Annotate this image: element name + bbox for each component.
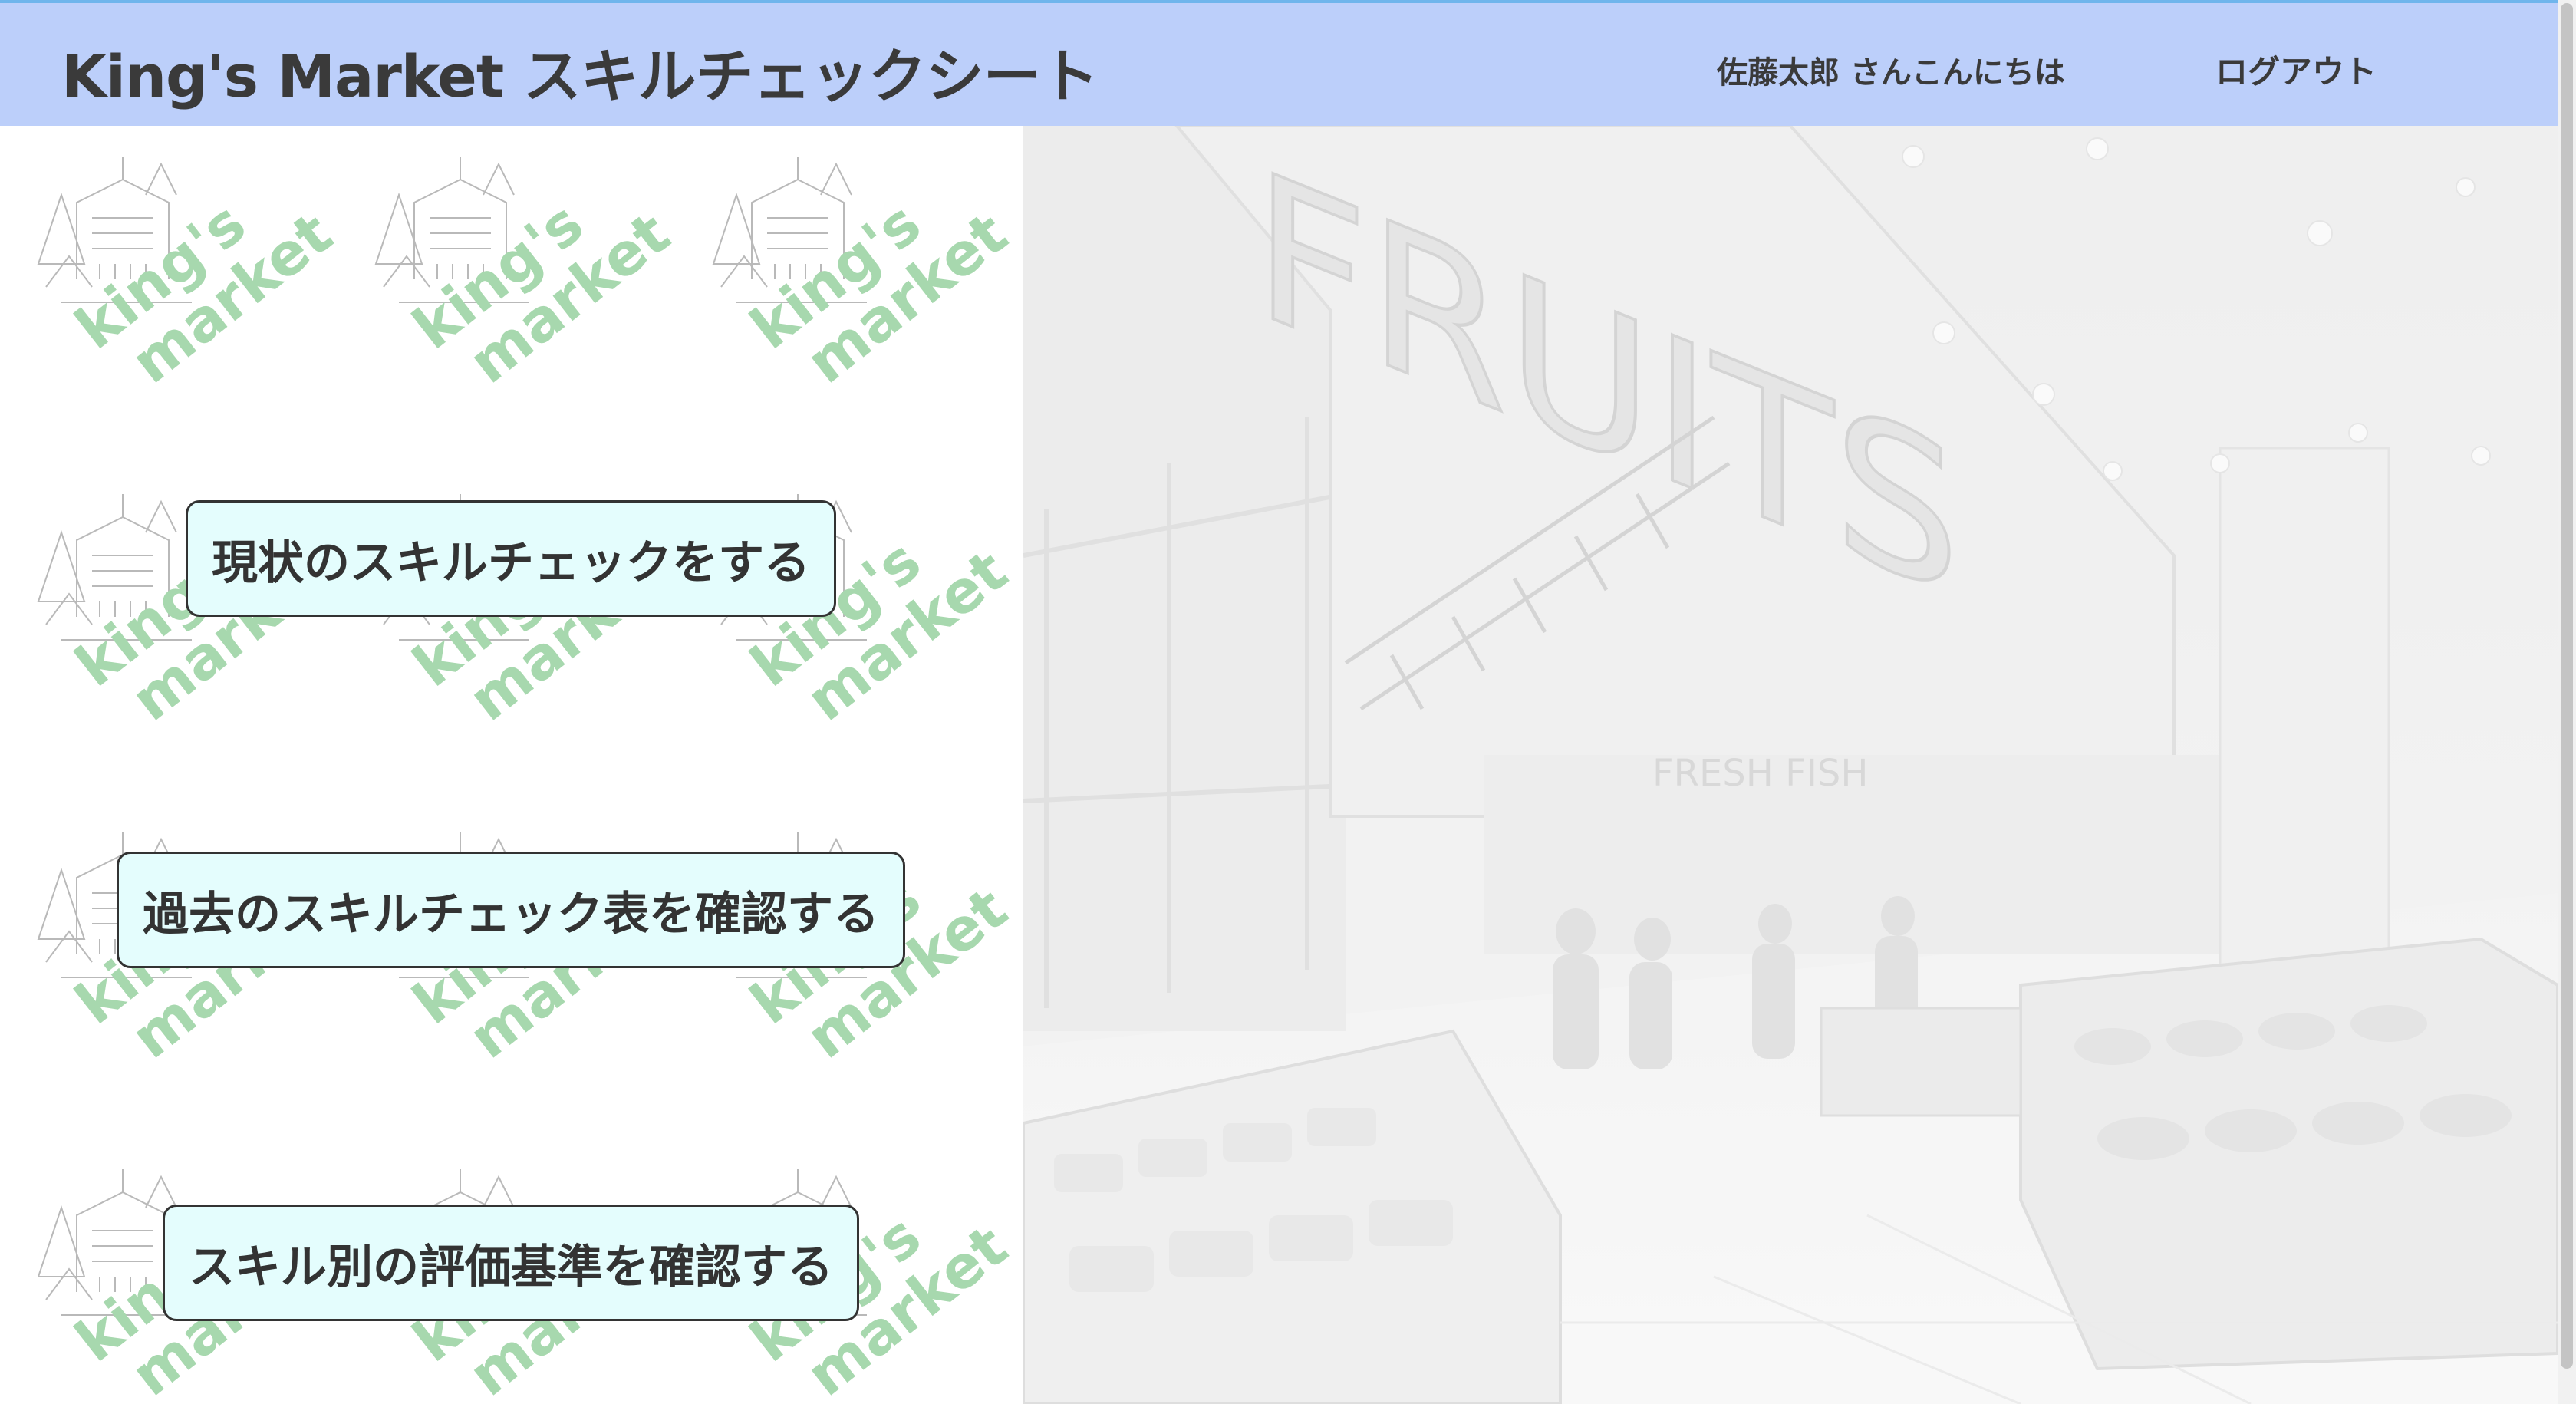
start-skill-check-button[interactable]: 現状のスキルチェックをする (186, 500, 836, 617)
store-hero-image: FRUITS FRESH FISH (1023, 126, 2558, 1404)
vertical-scrollbar[interactable] (2558, 0, 2576, 1404)
top-header: King's Market スキルチェックシート 佐藤太郎 さんこんにちは ログ… (0, 0, 2558, 126)
app-root: King's Market スキルチェックシート 佐藤太郎 さんこんにちは ログ… (0, 0, 2576, 1404)
menu-panel: king's market 現状のスキルチェックをする 過去のスキルチェック表を… (0, 126, 1023, 1404)
app-title: King's Market スキルチェックシート (61, 42, 1099, 110)
view-past-skill-check-button[interactable]: 過去のスキルチェック表を確認する (117, 852, 905, 968)
store-photo: FRUITS FRESH FISH (1023, 126, 2558, 1404)
user-greeting: 佐藤太郎 さんこんにちは (1717, 55, 2065, 91)
view-evaluation-criteria-button[interactable]: スキル別の評価基準を確認する (163, 1205, 859, 1321)
logout-link[interactable]: ログアウト (2215, 46, 2377, 93)
scrollbar-thumb[interactable] (2561, 3, 2573, 1369)
